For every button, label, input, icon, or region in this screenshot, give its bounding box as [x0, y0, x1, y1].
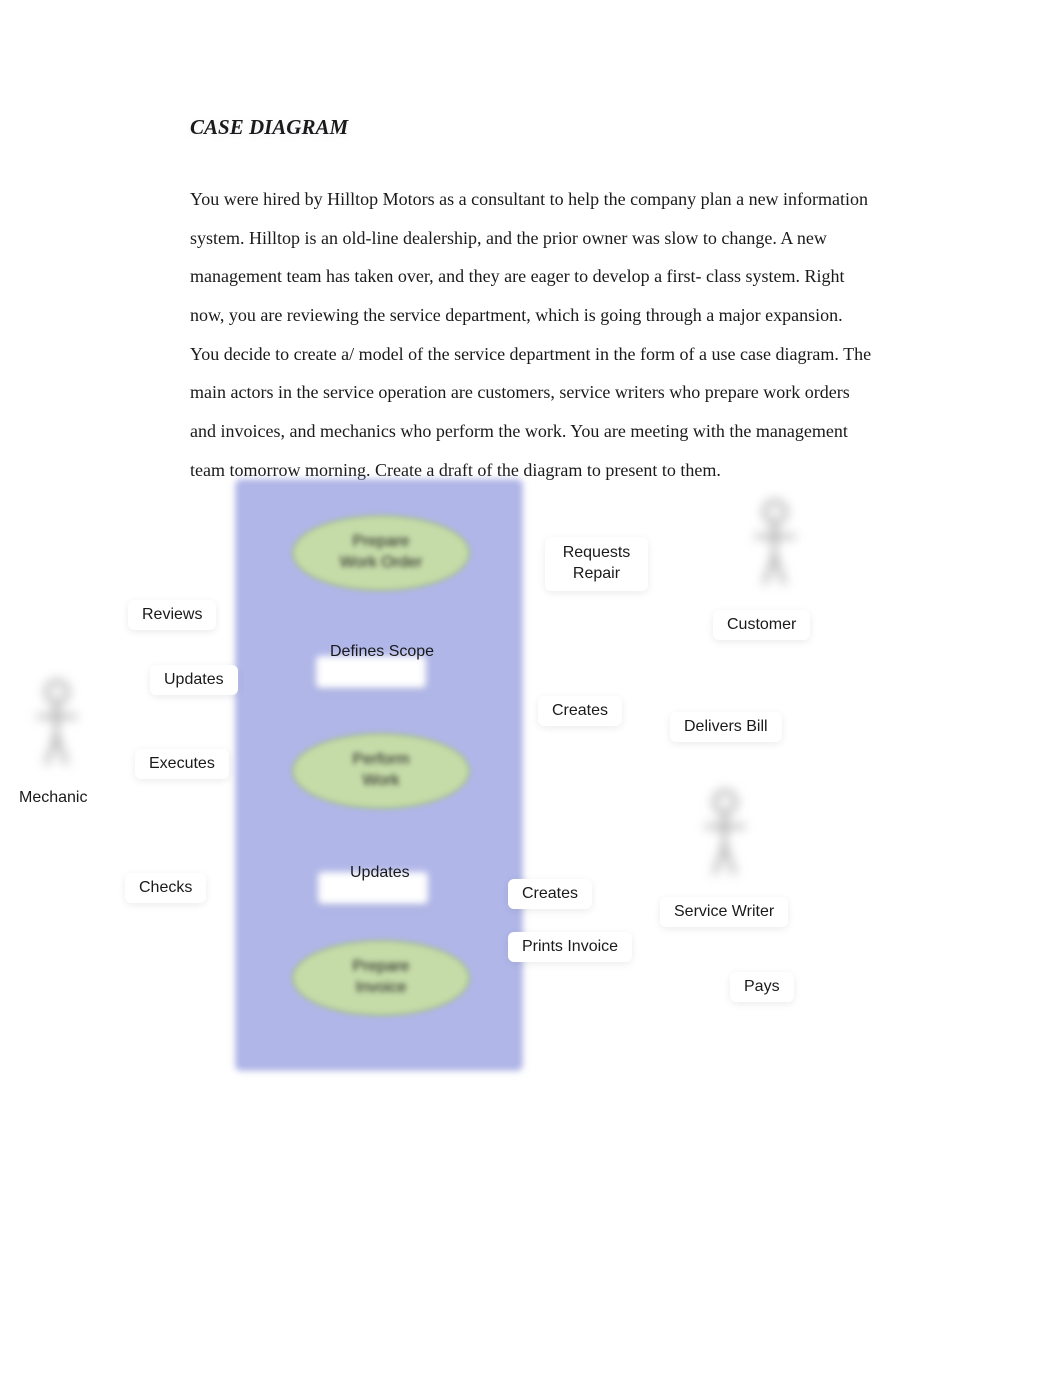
pays-label: Pays — [730, 972, 794, 1002]
page-title: CASE DIAGRAM — [190, 115, 872, 140]
requests-repair-label: RequestsRepair — [545, 537, 648, 591]
delivers-bill-label: Delivers Bill — [670, 712, 782, 742]
checks-label: Checks — [125, 873, 206, 903]
creates-label-1: Creates — [538, 696, 622, 726]
updates-label-1: Updates — [150, 665, 238, 695]
prints-invoice-label: Prints Invoice — [508, 932, 632, 962]
reviews-label: Reviews — [128, 600, 216, 630]
mechanic-actor-label: Mechanic — [5, 783, 101, 813]
customer-actor-label: Customer — [713, 610, 810, 640]
executes-label: Executes — [135, 749, 229, 779]
requests-repair-text: RequestsRepair — [559, 543, 634, 585]
defines-scope-label: Defines Scope — [316, 637, 448, 667]
creates-label-2: Creates — [508, 879, 592, 909]
updates-label-2: Updates — [336, 858, 424, 888]
description-text: You were hired by Hilltop Motors as a co… — [190, 180, 872, 490]
service-writer-actor-label: Service Writer — [660, 897, 788, 927]
